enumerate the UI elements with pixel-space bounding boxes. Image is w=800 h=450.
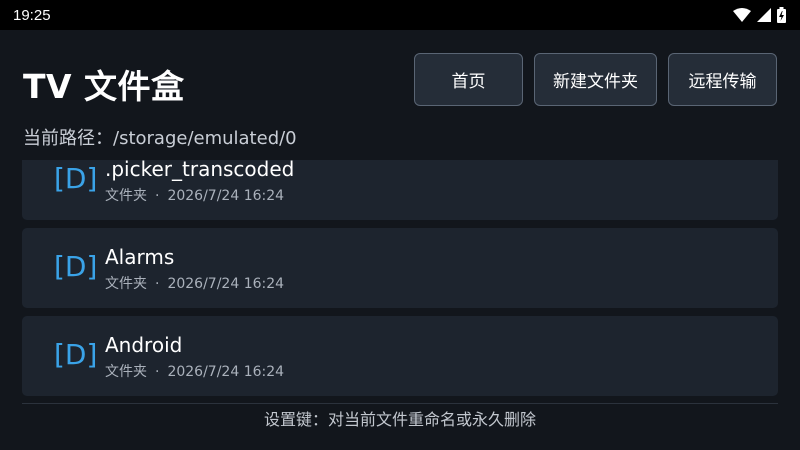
file-row[interactable]: [D] .picker_transcoded 文件夹 · 2026/7/24 16:… [22, 160, 778, 220]
folder-tag-icon: [D] [54, 250, 98, 283]
home-button[interactable]: 首页 [414, 53, 523, 106]
folder-tag-icon: [D] [54, 338, 98, 371]
file-name: Alarms [105, 245, 175, 269]
meta-separator: · [155, 188, 160, 204]
remote-transfer-button[interactable]: 远程传输 [668, 53, 777, 106]
meta-separator: · [155, 364, 160, 380]
file-date: 2026/7/24 16:24 [167, 276, 285, 292]
file-row[interactable]: [D] Alarms 文件夹 · 2026/7/24 16:24 [22, 228, 778, 308]
current-path: 当前路径：/storage/emulated/0 [23, 124, 297, 150]
battery-charging-icon [777, 7, 786, 23]
file-type: 文件夹 [105, 276, 147, 292]
header-toolbar: 首页 新建文件夹 远程传输 [414, 53, 777, 106]
footer-hint: 设置键：对当前文件重命名或永久删除 [263, 410, 536, 429]
folder-tag-icon: [D] [54, 162, 98, 195]
app-screen: 19:25 TV 文件盒 首页 新建文件夹 远程传输 当前路径：/storage… [0, 0, 800, 450]
file-type: 文件夹 [105, 188, 147, 204]
meta-separator: · [155, 276, 160, 292]
file-meta: 文件夹 · 2026/7/24 16:24 [105, 185, 284, 205]
current-path-value: /storage/emulated/0 [113, 128, 297, 149]
file-name: Android [105, 333, 183, 357]
status-time: 19:25 [13, 6, 51, 24]
file-name: .picker_transcoded [105, 160, 295, 181]
app-title: TV 文件盒 [23, 67, 185, 106]
wifi-icon [733, 8, 751, 22]
current-path-label: 当前路径： [23, 128, 113, 149]
file-date: 2026/7/24 16:24 [167, 364, 285, 380]
file-meta: 文件夹 · 2026/7/24 16:24 [105, 361, 284, 381]
file-type: 文件夹 [105, 364, 147, 380]
file-meta: 文件夹 · 2026/7/24 16:24 [105, 273, 284, 293]
cell-signal-icon [757, 8, 771, 22]
status-icons [733, 7, 786, 23]
file-list[interactable]: [D] .picker_transcoded 文件夹 · 2026/7/24 16:… [22, 160, 778, 404]
file-date: 2026/7/24 16:24 [167, 188, 285, 204]
new-folder-button[interactable]: 新建文件夹 [534, 53, 657, 106]
status-bar: 19:25 [0, 0, 800, 30]
file-row[interactable]: [D] Android 文件夹 · 2026/7/24 16:24 [22, 316, 778, 396]
